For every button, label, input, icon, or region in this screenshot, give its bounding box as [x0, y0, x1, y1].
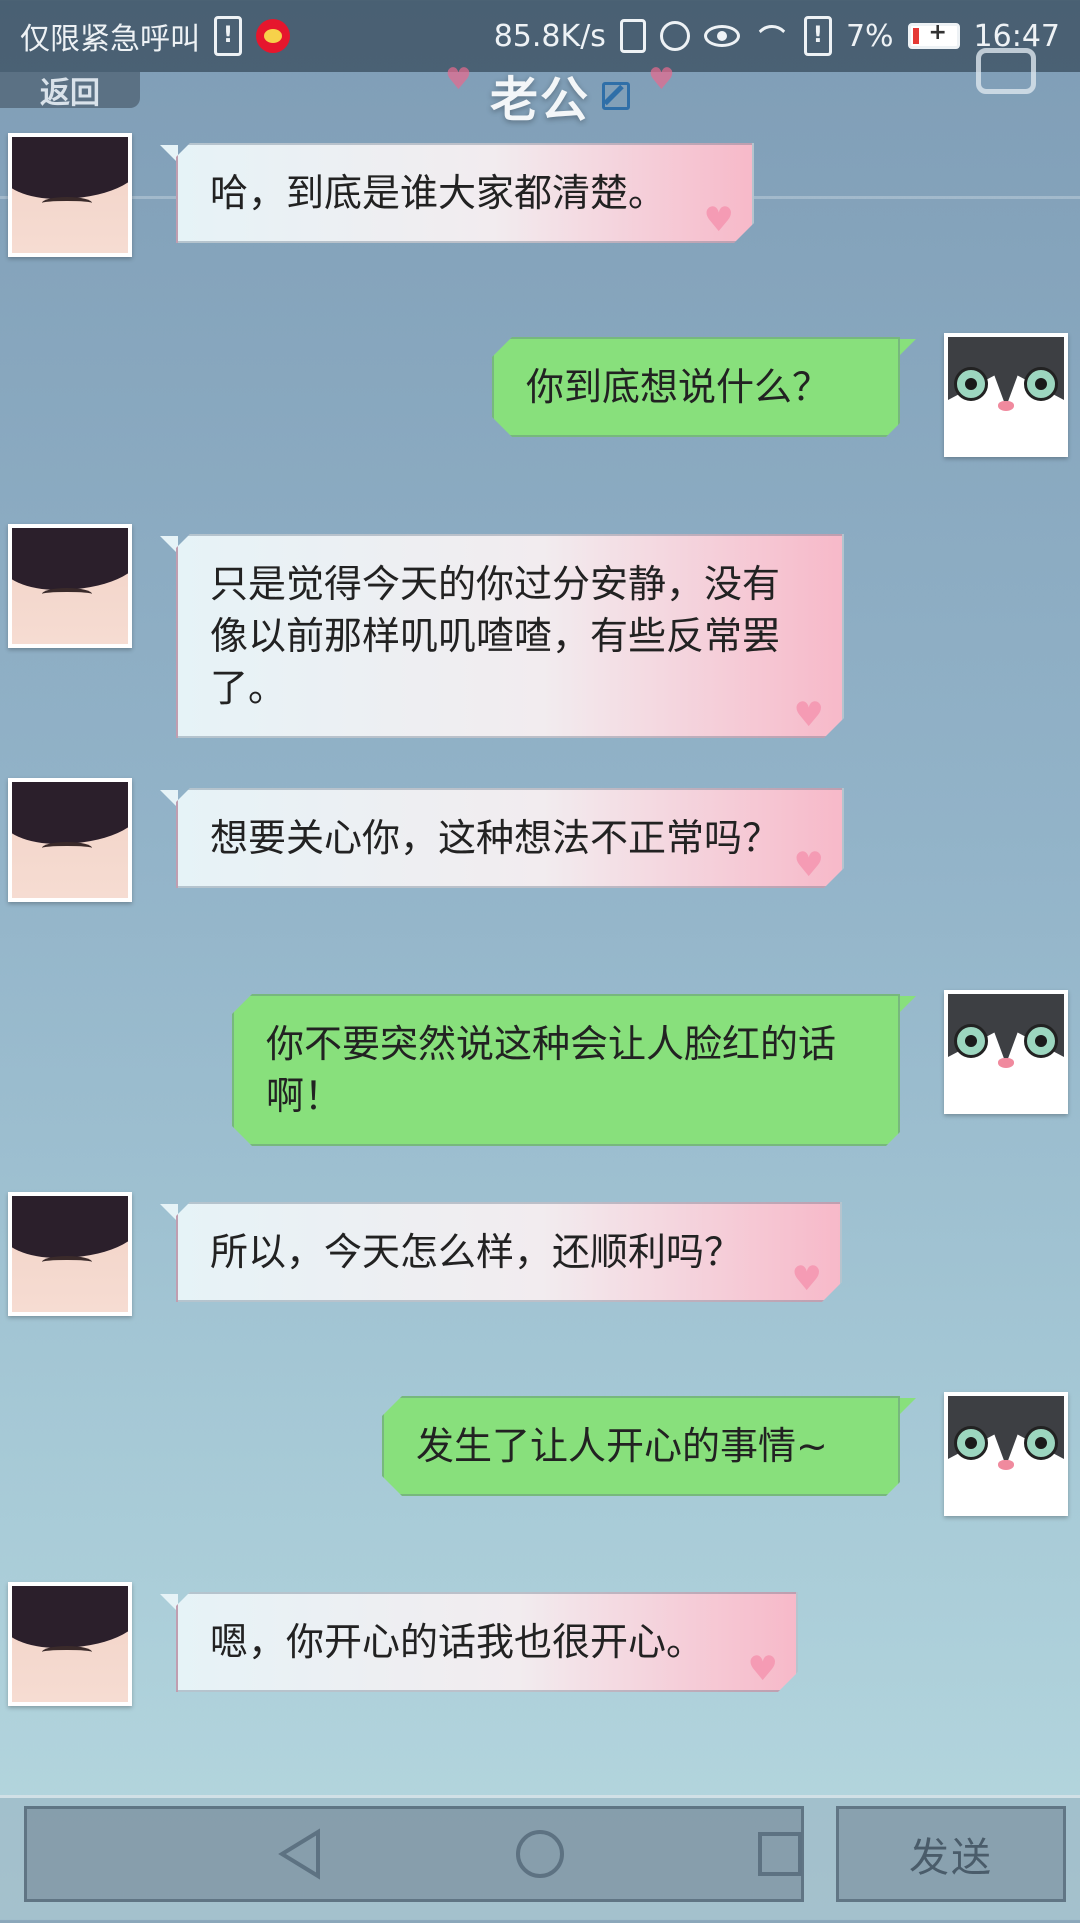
message-text: 想要关心你，这种想法不正常吗？	[210, 816, 781, 860]
bubble-tail	[160, 536, 178, 554]
nav-recent-apps-icon[interactable]	[756, 1828, 804, 1880]
alarm-icon	[659, 21, 690, 51]
heart-decoration-icon: ♥	[648, 62, 675, 97]
message-text: 嗯，你开心的话我也很开心。	[210, 1620, 705, 1664]
contact-name: 老公	[489, 72, 590, 128]
contact-avatar[interactable]	[8, 1192, 132, 1316]
message-text: 所以，今天怎么样，还顺利吗？	[210, 1230, 743, 1274]
bubble-tail	[160, 1204, 178, 1222]
message-bubble-outgoing: 你到底想说什么？	[492, 337, 900, 437]
user-avatar[interactable]	[944, 333, 1068, 457]
user-avatar[interactable]	[944, 990, 1068, 1114]
heart-decoration-icon: ♥	[445, 62, 472, 97]
contact-avatar[interactable]	[8, 778, 132, 902]
nav-home-icon[interactable]	[514, 1828, 566, 1880]
battery-icon	[907, 20, 960, 49]
message-text: 你不要突然说这种会让人脸红的话啊！	[266, 1022, 837, 1118]
message-bubble-incoming: 想要关心你，这种想法不正常吗？	[176, 788, 844, 888]
composer-bar: 发送	[0, 1795, 1080, 1923]
message-text: 你到底想说什么？	[526, 365, 831, 409]
contact-avatar[interactable]	[8, 524, 132, 648]
send-button[interactable]: 发送	[836, 1806, 1066, 1902]
nav-back-icon[interactable]	[276, 1828, 324, 1880]
message-text: 只是觉得今天的你过分安静，没有像以前那样叽叽喳喳，有些反常罢了。	[210, 562, 781, 710]
vibrate-icon	[619, 19, 646, 53]
page-title: 老公	[0, 60, 1080, 130]
bubble-tail	[160, 1594, 178, 1612]
message-bubble-incoming: 嗯，你开心的话我也很开心。	[176, 1592, 798, 1692]
message-input[interactable]	[24, 1806, 804, 1902]
message-bubble-incoming: 哈，到底是谁大家都清楚。	[176, 143, 754, 243]
sim-alert-icon: !	[214, 16, 242, 56]
chat-menu-icon[interactable]	[976, 48, 1036, 94]
battery-percent: 7%	[845, 18, 894, 54]
message-bubble-outgoing: 你不要突然说这种会让人脸红的话啊！	[232, 994, 900, 1146]
bubble-tail	[160, 790, 178, 808]
message-bubble-incoming: 只是觉得今天的你过分安静，没有像以前那样叽叽喳喳，有些反常罢了。	[176, 534, 844, 738]
message-text: 哈，到底是谁大家都清楚。	[210, 171, 667, 215]
carrier-text: 仅限紧急呼叫	[20, 22, 200, 57]
edit-icon[interactable]	[602, 82, 630, 110]
weibo-icon	[256, 19, 290, 53]
wifi-icon	[754, 21, 790, 51]
eye-comfort-icon	[703, 25, 740, 47]
bubble-tail	[898, 1398, 916, 1416]
message-bubble-outgoing: 发生了让人开心的事情~	[382, 1396, 900, 1496]
message-bubble-incoming: 所以，今天怎么样，还顺利吗？	[176, 1202, 842, 1302]
contact-avatar[interactable]	[8, 133, 132, 257]
bubble-tail	[898, 996, 916, 1014]
bubble-tail	[160, 145, 178, 163]
user-avatar[interactable]	[944, 1392, 1068, 1516]
sim-alert-icon-2: !	[803, 16, 832, 56]
bubble-tail	[898, 339, 916, 357]
contact-avatar[interactable]	[8, 1582, 132, 1706]
network-speed: 85.8K/s	[493, 18, 606, 54]
chat-header: 返回 老公 ♥ ♥	[0, 48, 1080, 199]
message-text: 发生了让人开心的事情~	[416, 1424, 828, 1468]
